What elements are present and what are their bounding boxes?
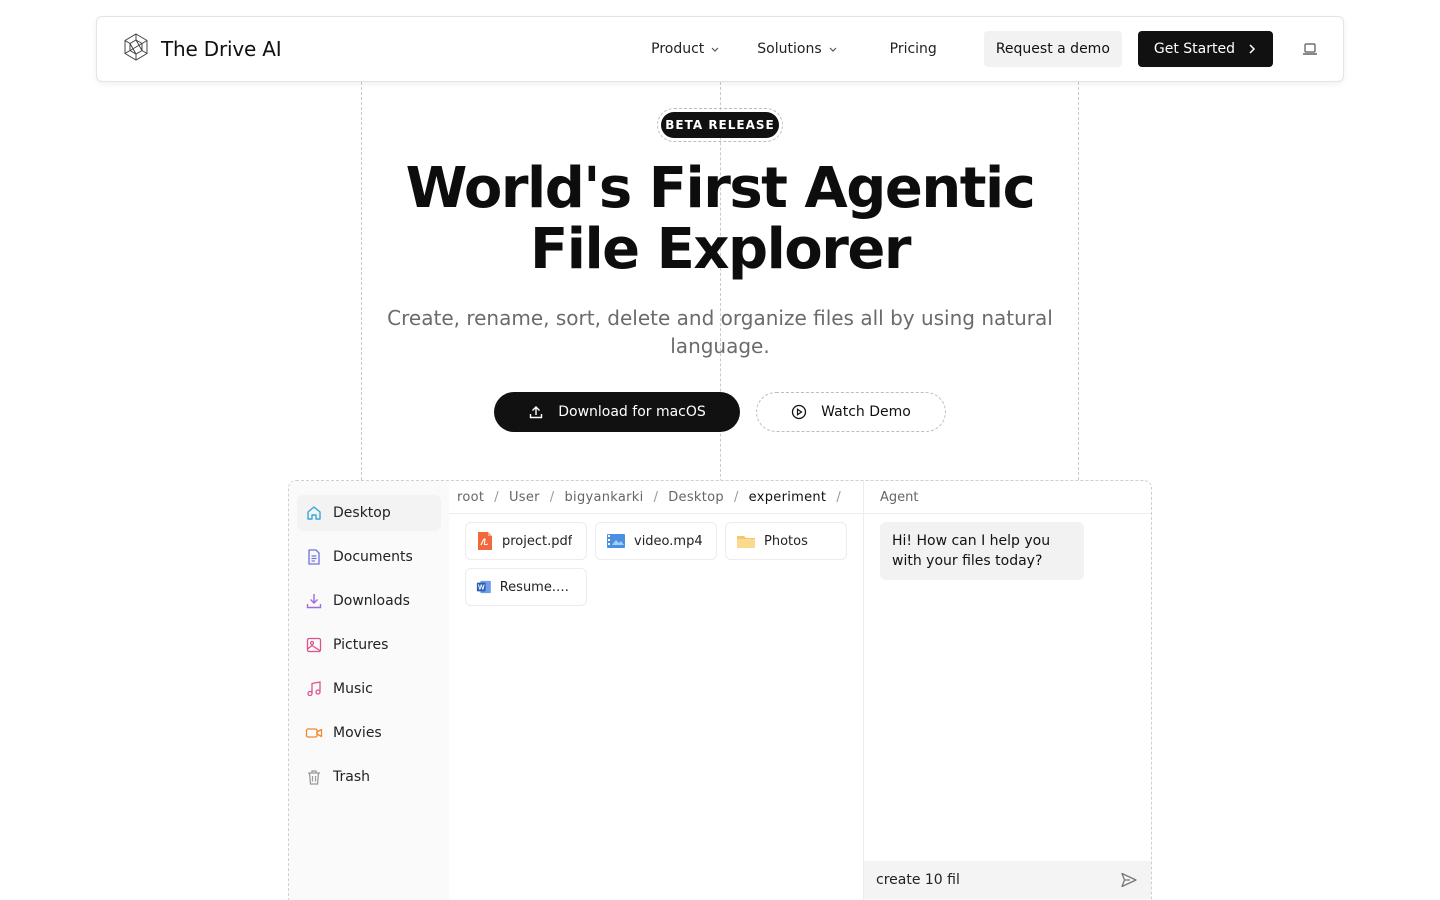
file-item-resume-docx[interactable]: W Resume.docx xyxy=(465,568,587,606)
sidebar-item-label: Downloads xyxy=(333,593,410,609)
agent-chat-input[interactable] xyxy=(876,872,1119,888)
breadcrumb-root[interactable]: root xyxy=(457,490,484,505)
breadcrumb-bigyankarki[interactable]: bigyankarki xyxy=(564,490,643,505)
trash-icon xyxy=(308,770,320,785)
home-icon xyxy=(307,506,321,520)
chevron-down-icon xyxy=(829,47,837,52)
upload-icon xyxy=(530,406,543,419)
file-explorer-preview: Desktop Documents Downloads Pictures Mus… xyxy=(288,480,1152,900)
sidebar-item-music[interactable]: Music xyxy=(297,671,441,707)
explorer-main: root / User / bigyankarki / Desktop / ex… xyxy=(449,481,864,900)
download-label: Download for macOS xyxy=(558,404,706,420)
agent-message: Hi! How can I help you with your files t… xyxy=(880,522,1084,580)
get-started-button[interactable]: Get Started xyxy=(1137,31,1273,67)
file-name: Photos xyxy=(764,533,808,549)
agent-title: Agent xyxy=(864,481,1151,514)
file-name: video.mp4 xyxy=(634,533,703,549)
document-icon xyxy=(308,549,320,565)
agent-panel: Agent Hi! How can I help you with your f… xyxy=(864,481,1151,900)
hero-subtitle: Create, rename, sort, delete and organiz… xyxy=(387,306,1053,358)
guide-line-left xyxy=(361,82,362,480)
chevron-right-icon xyxy=(1249,44,1256,54)
download-icon xyxy=(306,594,322,609)
beta-badge: BETA RELEASE xyxy=(661,112,779,138)
file-item-project-pdf[interactable]: project.pdf xyxy=(465,522,587,560)
hero-title: World's First Agentic File Explorer xyxy=(320,158,1120,280)
nav-solutions[interactable]: Solutions xyxy=(757,41,837,57)
breadcrumb-desktop[interactable]: Desktop xyxy=(668,490,724,505)
sidebar-item-label: Music xyxy=(333,681,373,697)
brand[interactable]: The Drive AI xyxy=(121,32,282,66)
explorer-sidebar: Desktop Documents Downloads Pictures Mus… xyxy=(289,481,449,900)
breadcrumb-user[interactable]: User xyxy=(509,490,540,505)
hero-title-line-1: World's First Agentic xyxy=(405,156,1036,221)
navbar: The Drive AI Product Solutions Pricing R… xyxy=(96,16,1344,82)
nav-product[interactable]: Product xyxy=(651,41,720,57)
sidebar-item-desktop[interactable]: Desktop xyxy=(297,495,441,531)
file-item-video-mp4[interactable]: video.mp4 xyxy=(595,522,717,560)
logo-icon xyxy=(121,32,151,66)
sidebar-item-label: Pictures xyxy=(333,637,389,653)
download-macos-button[interactable]: Download for macOS xyxy=(494,392,740,432)
play-circle-icon xyxy=(792,404,807,420)
breadcrumb-separator: / xyxy=(836,489,842,505)
file-item-photos-folder[interactable]: Photos xyxy=(725,522,847,560)
beta-badge-wrapper: BETA RELEASE xyxy=(657,108,783,142)
sidebar-item-pictures[interactable]: Pictures xyxy=(297,627,441,663)
breadcrumb-separator: / xyxy=(494,489,499,505)
sidebar-item-label: Documents xyxy=(333,549,413,565)
watch-demo-label: Watch Demo xyxy=(821,404,911,420)
watch-demo-button[interactable]: Watch Demo xyxy=(756,392,946,432)
sidebar-item-trash[interactable]: Trash xyxy=(297,759,441,795)
sidebar-item-documents[interactable]: Documents xyxy=(297,539,441,575)
nav-product-label: Product xyxy=(651,41,705,57)
send-icon xyxy=(1121,872,1137,888)
sidebar-item-label: Trash xyxy=(333,769,370,785)
chevron-down-icon xyxy=(711,47,719,52)
folder-icon xyxy=(737,536,755,548)
get-started-label: Get Started xyxy=(1153,41,1235,57)
sidebar-item-label: Movies xyxy=(333,725,382,741)
breadcrumb-experiment[interactable]: experiment xyxy=(749,490,827,505)
sidebar-item-label: Desktop xyxy=(333,505,391,521)
guide-line-right xyxy=(1078,82,1079,480)
breadcrumb: root / User / bigyankarki / Desktop / ex… xyxy=(449,481,863,514)
laptop-icon xyxy=(1303,43,1317,55)
breadcrumb-separator: / xyxy=(733,489,739,505)
send-button[interactable] xyxy=(1119,870,1139,890)
image-icon xyxy=(306,637,322,653)
pdf-icon xyxy=(478,532,492,550)
theme-toggle-button[interactable] xyxy=(1301,40,1319,58)
music-icon xyxy=(307,681,321,697)
brand-name: The Drive AI xyxy=(161,37,282,61)
agent-input-bar xyxy=(864,861,1151,899)
nav-solutions-label: Solutions xyxy=(757,41,822,57)
file-grid: project.pdf video.mp4 Photos W Resume.do… xyxy=(449,514,863,614)
nav-pricing-label: Pricing xyxy=(889,41,937,57)
breadcrumb-separator: / xyxy=(549,489,555,505)
nav-links: Product Solutions Pricing Request a demo… xyxy=(651,31,1319,67)
word-icon: W xyxy=(476,580,491,594)
video-file-icon xyxy=(607,534,625,548)
guide-line-center xyxy=(720,82,721,502)
sidebar-item-downloads[interactable]: Downloads xyxy=(297,583,441,619)
hero-title-line-2: File Explorer xyxy=(530,217,911,282)
nav-pricing[interactable]: Pricing xyxy=(890,41,937,57)
svg-text:W: W xyxy=(478,585,485,592)
video-icon xyxy=(305,728,323,738)
breadcrumb-separator: / xyxy=(653,489,659,505)
sidebar-item-movies[interactable]: Movies xyxy=(297,715,441,751)
request-demo-button[interactable]: Request a demo xyxy=(983,31,1122,67)
file-name: project.pdf xyxy=(502,533,573,549)
file-name: Resume.docx xyxy=(499,579,576,595)
